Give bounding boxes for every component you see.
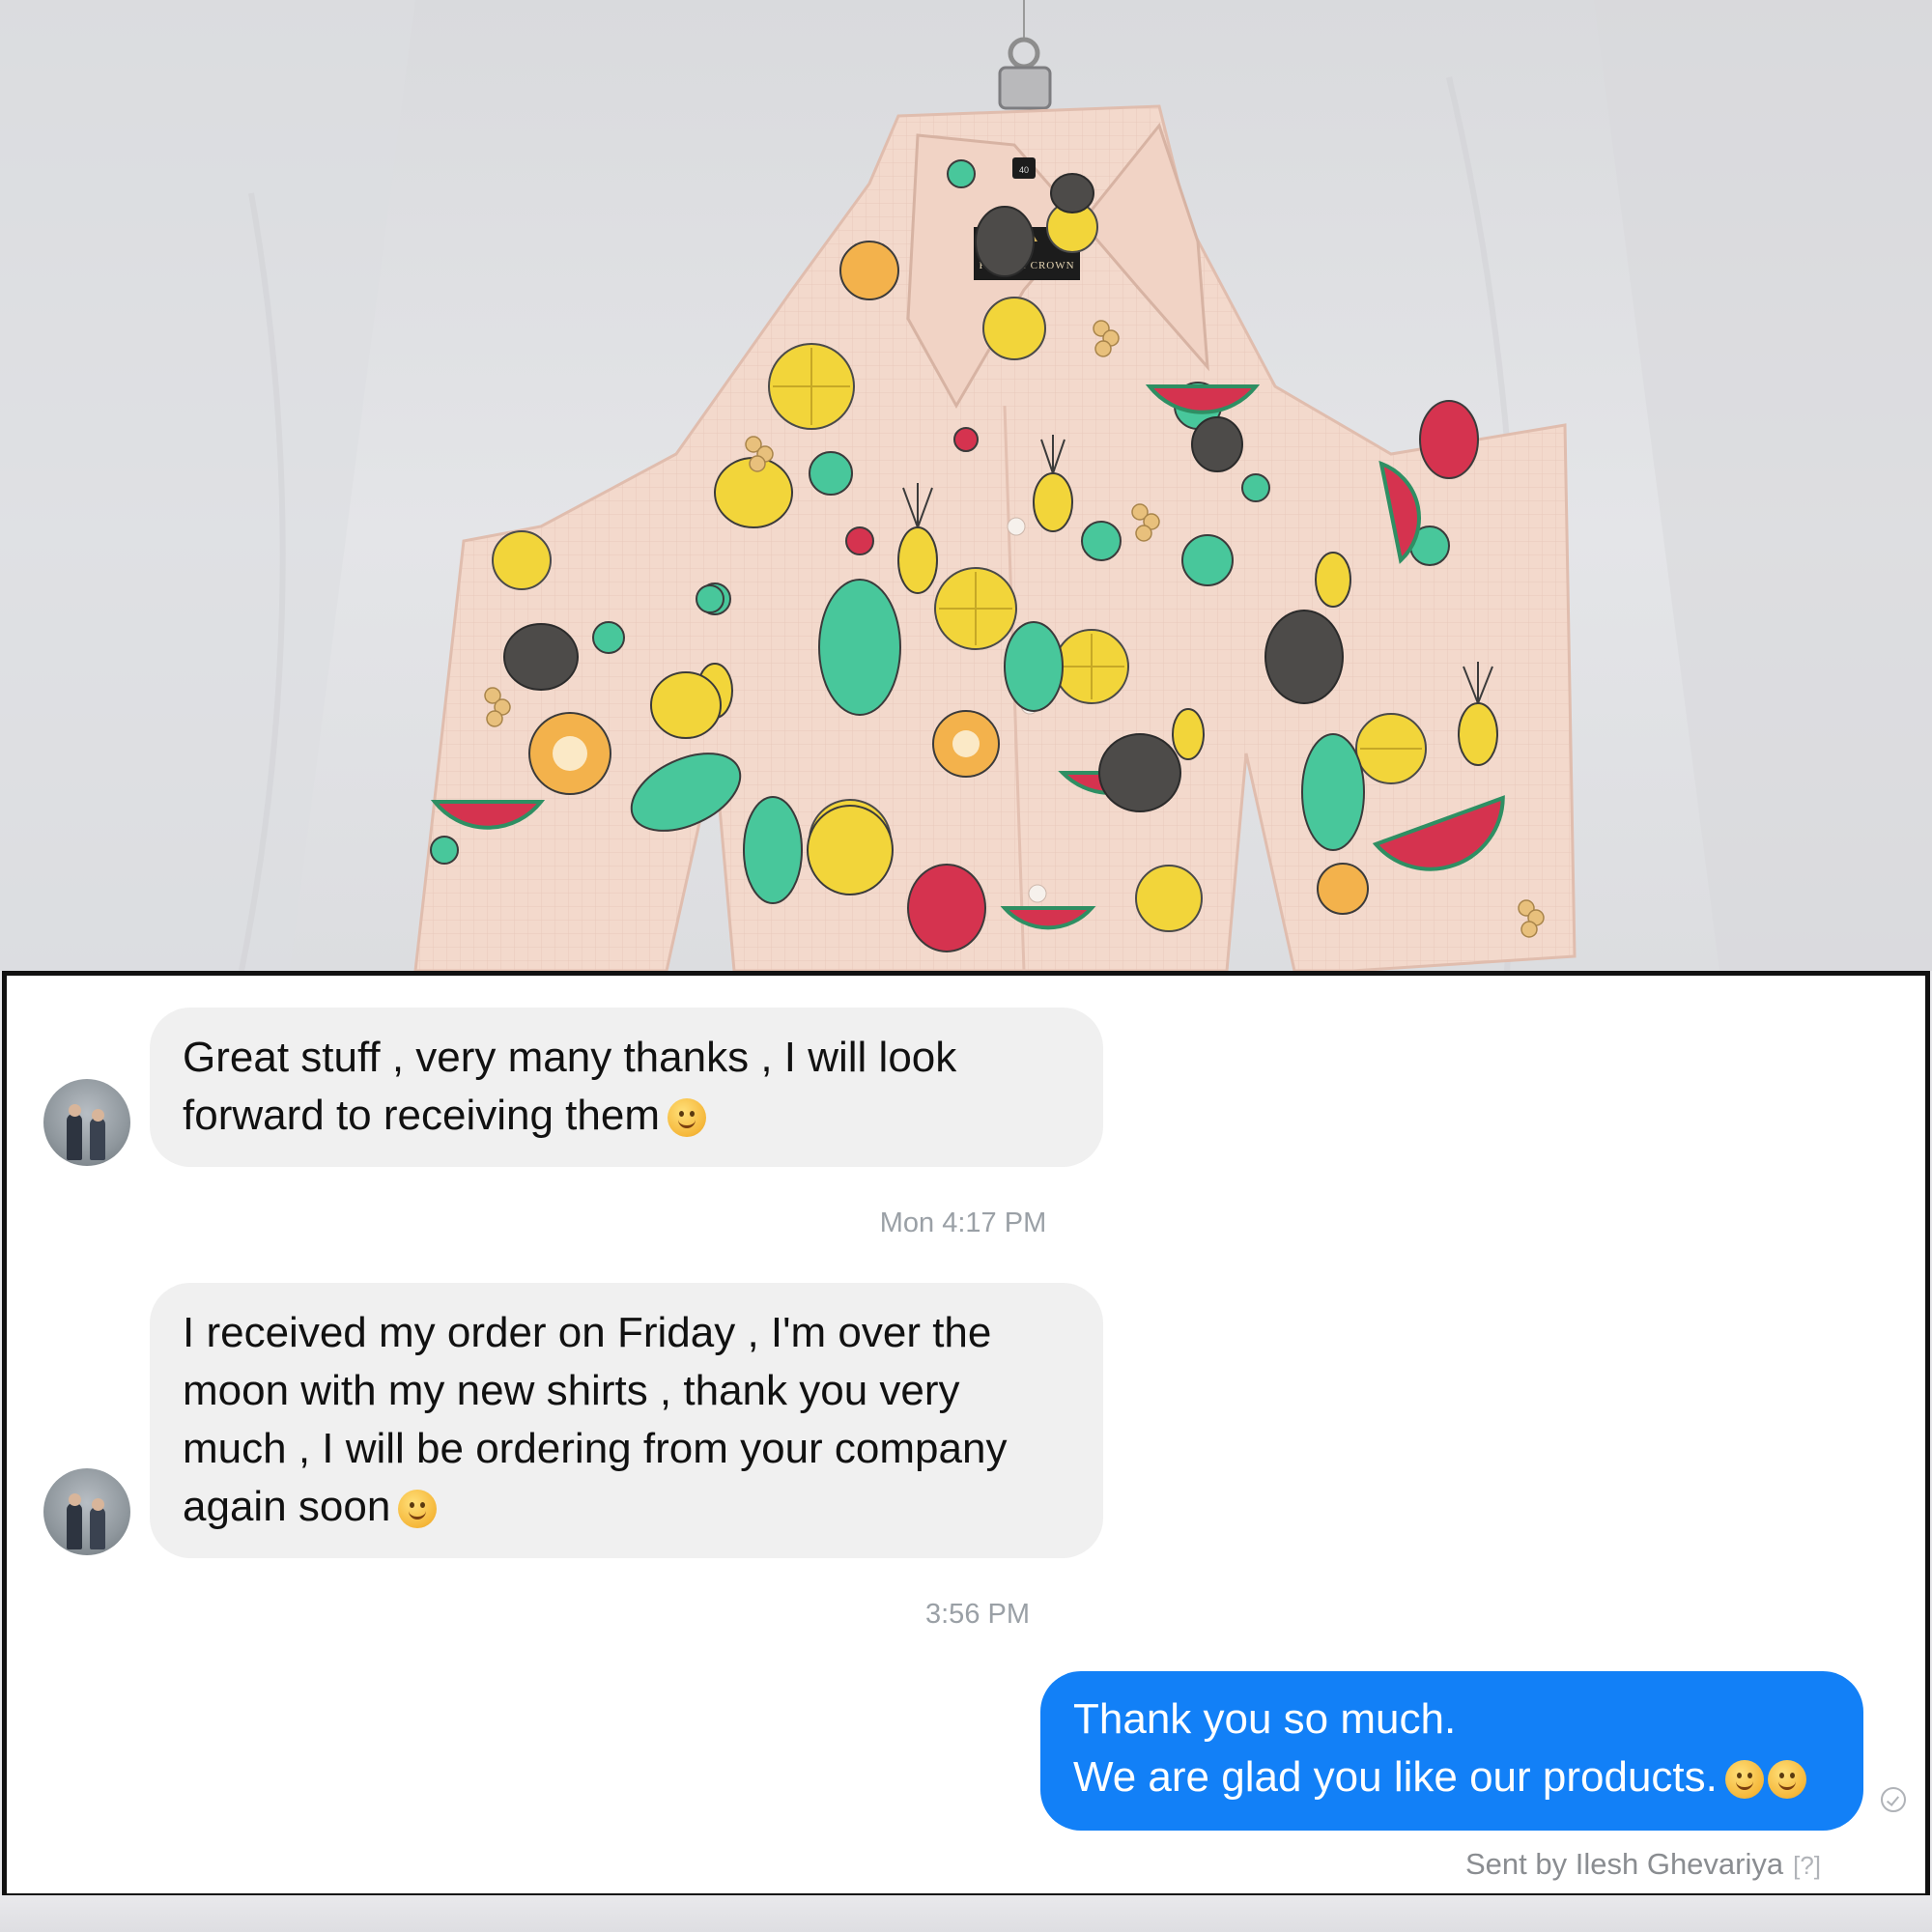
incoming-message-bubble[interactable]: I received my order on Friday , I'm over… [150,1283,1103,1558]
product-photo: FRENCH CROWN 40 [0,0,1932,971]
contact-avatar[interactable] [43,1079,130,1166]
incoming-message-bubble[interactable]: Great stuff , very many thanks , I will … [150,1008,1103,1167]
message-text-line: forward to receiving them [183,1092,660,1139]
grinning-face-emoji-icon [668,1098,706,1137]
sent-by-help-link[interactable]: [?] [1793,1851,1821,1880]
outgoing-message-bubble[interactable]: Thank you so much. We are glad you like … [1040,1671,1863,1831]
message-text-line: Great stuff , very many thanks , I will … [183,1034,957,1081]
seen-check-icon [1881,1787,1906,1812]
sent-by-text: Sent by Ilesh Ghevariya [1465,1847,1784,1881]
message-text-line: again soon [183,1483,391,1530]
sent-by-label: Sent by Ilesh Ghevariya [?] [1465,1847,1821,1882]
size-tag-text: 40 [1019,165,1029,175]
photo-bottom-strip [0,1895,1932,1932]
smiling-face-emoji-icon [1767,1760,1806,1799]
smiling-face-emoji-icon [1724,1760,1764,1799]
message-text-line: much , I will be ordering from your comp… [183,1425,1008,1472]
message-text-line: I received my order on Friday , I'm over… [183,1309,992,1356]
message-text-line: We are glad you like our products. [1073,1753,1718,1801]
smiling-face-emoji-icon [398,1490,438,1528]
message-text-line: moon with my new shirts , thank you very [183,1367,960,1414]
message-timestamp: Mon 4:17 PM [879,1208,1047,1238]
message-text-line: Thank you so much. [1073,1695,1457,1743]
fruit-print-shirt-image: FRENCH CROWN 40 [0,0,1932,971]
chat-conversation-panel: Great stuff , very many thanks , I will … [2,971,1930,1898]
contact-avatar[interactable] [43,1468,130,1555]
message-timestamp: 3:56 PM [925,1599,1030,1630]
